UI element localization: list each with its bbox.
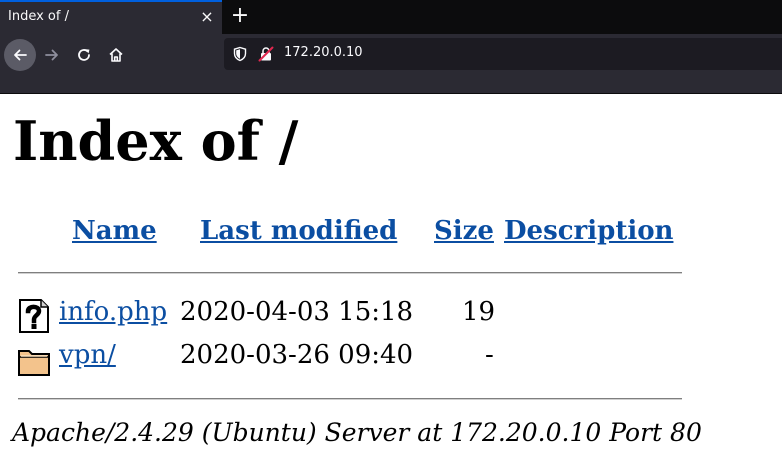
size-cell: -	[485, 340, 494, 370]
forward-button[interactable]	[36, 39, 68, 71]
folder-link-vpn[interactable]: vpn/	[59, 340, 116, 370]
insecure-connection-lock-icon[interactable]	[258, 46, 274, 66]
active-tab[interactable]: Index of / ×	[0, 0, 222, 34]
tab-strip: Index of / × +	[0, 0, 782, 34]
file-link-info-php[interactable]: info.php	[59, 297, 167, 327]
address-bar[interactable]: 172.20.0.10	[224, 38, 782, 70]
header-divider	[18, 272, 682, 274]
reload-button[interactable]	[68, 39, 100, 71]
size-cell: 19	[462, 297, 496, 327]
arrow-right-icon	[45, 49, 58, 61]
tab-title: Index of /	[8, 9, 69, 24]
footer-divider	[18, 398, 682, 400]
home-icon	[109, 48, 123, 62]
arrow-left-icon	[14, 49, 27, 61]
sort-by-name-link[interactable]: Name	[72, 216, 157, 246]
page-title: Index of /	[13, 109, 299, 173]
folder-icon	[18, 350, 50, 376]
tracking-protection-shield-icon[interactable]	[232, 46, 248, 66]
navigation-toolbar: 172.20.0.10	[0, 34, 782, 94]
sort-by-size-link[interactable]: Size	[434, 216, 494, 246]
last-modified-cell: 2020-03-26 09:40	[180, 340, 414, 370]
back-button[interactable]	[4, 39, 36, 71]
close-tab-icon[interactable]: ×	[198, 7, 216, 27]
new-tab-icon[interactable]: +	[229, 3, 251, 29]
server-signature: Apache/2.4.29 (Ubuntu) Server at 172.20.…	[12, 418, 702, 447]
reload-icon	[78, 49, 90, 61]
last-modified-cell: 2020-04-03 15:18	[180, 297, 414, 327]
unknown-file-icon	[19, 299, 49, 333]
sort-by-description-link[interactable]: Description	[504, 216, 673, 246]
home-button[interactable]	[100, 39, 132, 71]
sort-by-last-modified-link[interactable]: Last modified	[200, 216, 397, 246]
url-text[interactable]: 172.20.0.10	[284, 45, 363, 60]
